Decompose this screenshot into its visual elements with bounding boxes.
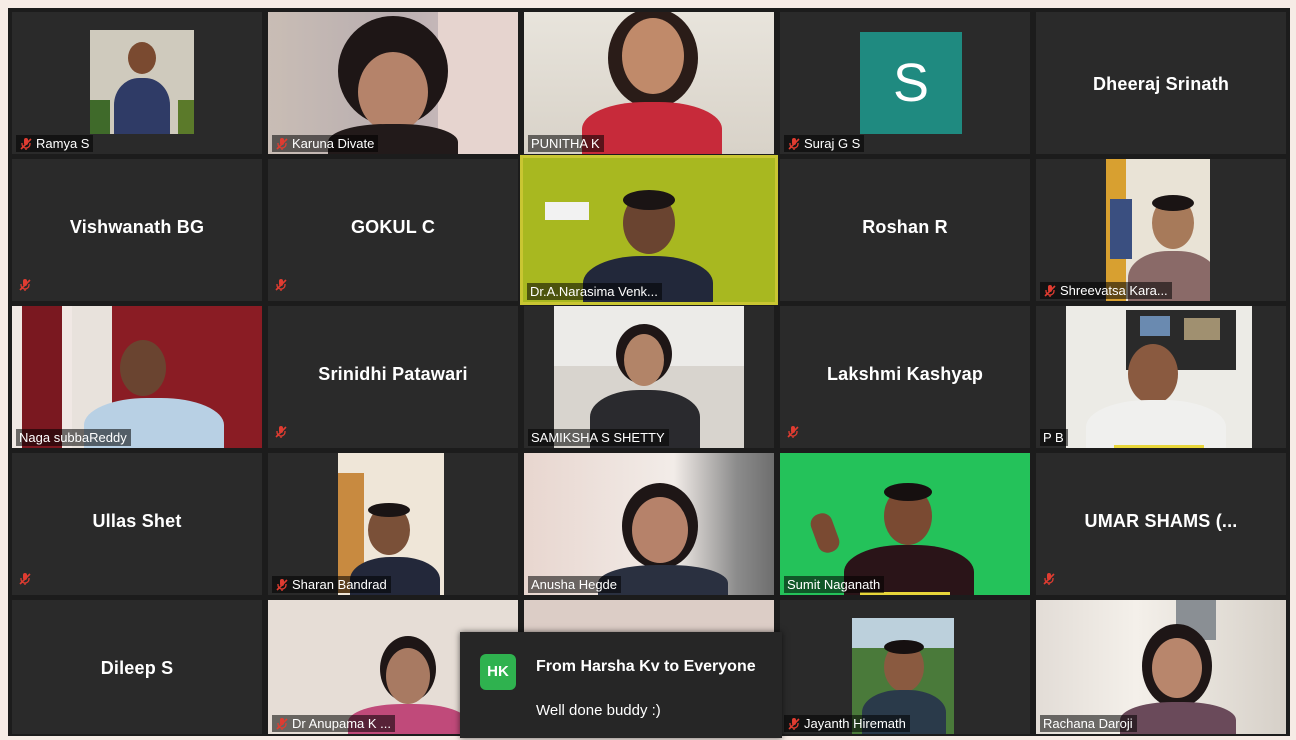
- muted-mic-icon: [18, 278, 32, 297]
- participant-name-large: UMAR SHAMS (...: [1084, 511, 1238, 531]
- participant-name: SAMIKSHA S SHETTY: [531, 430, 665, 445]
- participant-video: [268, 12, 518, 154]
- participant-tile[interactable]: Dheeraj Srinath: [1036, 12, 1286, 154]
- participant-namebar: SAMIKSHA S SHETTY: [528, 429, 669, 446]
- participant-name: Dr Anupama K ...: [292, 716, 391, 731]
- participant-namebar: PUNITHA K: [528, 135, 604, 152]
- muted-mic-icon: [275, 578, 289, 592]
- participant-video: [1036, 600, 1286, 734]
- muted-mic-icon: [275, 717, 289, 731]
- participant-tile[interactable]: Sumit Naganath: [780, 453, 1030, 595]
- muted-mic-icon: [274, 278, 288, 297]
- participant-name: Suraj G S: [804, 136, 861, 151]
- participant-name-large: Vishwanath BG: [69, 217, 205, 237]
- participant-name: Dr.A.Narasima Venk...: [530, 284, 658, 299]
- participant-namebar: Dr.A.Narasima Venk...: [527, 283, 662, 300]
- participant-tile[interactable]: Ramya S: [12, 12, 262, 154]
- participant-video: [780, 453, 1030, 595]
- participant-video: [1106, 159, 1210, 301]
- participant-namebar: P B: [1040, 429, 1068, 446]
- participant-tile[interactable]: Naga subbaReddy: [12, 306, 262, 448]
- participant-name-large: GOKUL C: [350, 217, 436, 237]
- participant-video: [554, 306, 744, 448]
- participant-namebar: Karuna Divate: [272, 135, 379, 152]
- participant-video: [12, 12, 262, 154]
- participant-tile[interactable]: Karuna Divate: [268, 12, 518, 154]
- avatar: S: [860, 32, 962, 134]
- participant-tile[interactable]: Rachana Daroji: [1036, 600, 1286, 734]
- participant-name: Karuna Divate: [292, 136, 375, 151]
- participant-namebar: Sharan Bandrad: [272, 576, 391, 593]
- participant-name: PUNITHA K: [531, 136, 600, 151]
- participant-name: Sharan Bandrad: [292, 577, 387, 592]
- participant-name: Rachana Daroji: [1043, 716, 1133, 731]
- participant-video: [1066, 306, 1252, 448]
- participant-namebar: Rachana Daroji: [1040, 715, 1137, 732]
- participant-name: Naga subbaReddy: [19, 430, 127, 445]
- participant-namebar: Anusha Hegde: [528, 576, 622, 593]
- participant-name: P B: [1043, 430, 1064, 445]
- participant-name: Shreevatsa Kara...: [1060, 283, 1168, 298]
- participant-video: [524, 12, 774, 154]
- participant-video: [523, 158, 775, 302]
- chat-notification-popup[interactable]: HK From Harsha Kv to Everyone Well done …: [460, 632, 782, 738]
- participant-tile[interactable]: SAMIKSHA S SHETTY: [524, 306, 774, 448]
- participant-name: Anusha Hegde: [531, 577, 618, 592]
- participant-name-large: Ullas Shet: [92, 511, 182, 531]
- muted-mic-icon: [18, 572, 32, 591]
- participant-namebar: Sumit Naganath: [784, 576, 885, 593]
- muted-mic-icon: [786, 425, 800, 444]
- chat-sender-line: From Harsha Kv to Everyone: [536, 658, 756, 675]
- speaking-indicator: [1114, 445, 1204, 448]
- participant-name-large: Dileep S: [100, 658, 174, 678]
- participant-tile[interactable]: Shreevatsa Kara...: [1036, 159, 1286, 301]
- participant-name: Sumit Naganath: [787, 577, 881, 592]
- participant-name-large: Roshan R: [862, 217, 948, 237]
- participant-tile[interactable]: PUNITHA K: [524, 12, 774, 154]
- muted-mic-icon: [787, 137, 801, 151]
- participant-name-large: Dheeraj Srinath: [1092, 74, 1230, 94]
- participant-namebar: Suraj G S: [784, 135, 865, 152]
- participant-tile[interactable]: UMAR SHAMS (...: [1036, 453, 1286, 595]
- gallery-view-grid: Ramya S Karuna Divate PUNITHA K S Suraj …: [8, 8, 1290, 736]
- muted-mic-icon: [274, 425, 288, 444]
- participant-video: [338, 453, 444, 595]
- participant-namebar: Naga subbaReddy: [16, 429, 131, 446]
- participant-name: Ramya S: [36, 136, 90, 151]
- participant-tile[interactable]: Lakshmi Kashyap: [780, 306, 1030, 448]
- muted-mic-icon: [1042, 572, 1056, 591]
- participant-tile[interactable]: GOKUL C: [268, 159, 518, 301]
- participant-name-large: Lakshmi Kashyap: [826, 364, 984, 384]
- participant-namebar: Jayanth Hiremath: [784, 715, 910, 732]
- muted-mic-icon: [1043, 284, 1057, 298]
- participant-tile[interactable]: Dileep S: [12, 600, 262, 734]
- participant-tile[interactable]: S Suraj G S: [780, 12, 1030, 154]
- participant-tile[interactable]: Anusha Hegde: [524, 453, 774, 595]
- participant-name: Jayanth Hiremath: [804, 716, 906, 731]
- participant-video: [524, 453, 774, 595]
- wall-switch: [545, 202, 589, 220]
- participant-tile[interactable]: Jayanth Hiremath: [780, 600, 1030, 734]
- participant-tile[interactable]: Sharan Bandrad: [268, 453, 518, 595]
- muted-mic-icon: [787, 717, 801, 731]
- chat-message: Well done buddy :): [536, 702, 661, 719]
- participant-namebar: Shreevatsa Kara...: [1040, 282, 1172, 299]
- muted-mic-icon: [19, 137, 33, 151]
- participant-namebar: Ramya S: [16, 135, 94, 152]
- participant-tile[interactable]: Srinidhi Patawari: [268, 306, 518, 448]
- participant-video: [12, 306, 262, 448]
- sender-avatar: HK: [480, 654, 516, 690]
- muted-mic-icon: [275, 137, 289, 151]
- participant-namebar: Dr Anupama K ...: [272, 715, 395, 732]
- participant-tile[interactable]: P B: [1036, 306, 1286, 448]
- participant-tile[interactable]: Ullas Shet: [12, 453, 262, 595]
- participant-photo: [90, 30, 194, 134]
- participant-tile[interactable]: Roshan R: [780, 159, 1030, 301]
- participant-name-large: Srinidhi Patawari: [318, 364, 468, 384]
- participant-tile-active-speaker[interactable]: Dr.A.Narasima Venk...: [520, 155, 778, 305]
- participant-tile[interactable]: Vishwanath BG: [12, 159, 262, 301]
